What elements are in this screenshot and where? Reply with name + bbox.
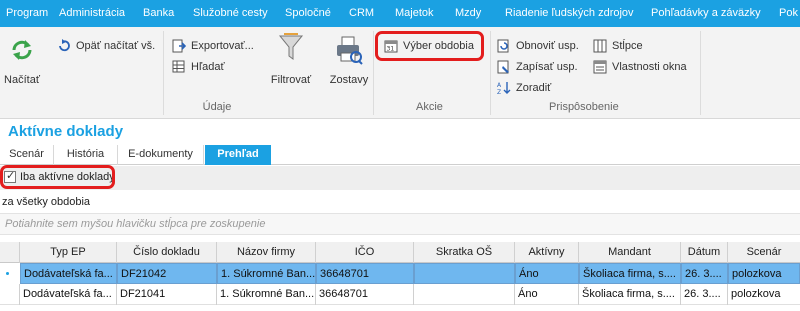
menu-item-majetok[interactable]: Majetok (395, 7, 434, 19)
page-title: Aktívne doklady (8, 123, 124, 140)
header-skratka-os[interactable]: Skratka OŠ (414, 242, 515, 263)
menu-item-more[interactable]: Pok (779, 7, 798, 19)
ribbon-toolbar: Načítať Opäť načítať vš. Exportovať... H… (0, 27, 800, 119)
cell-nazov-firmy[interactable]: 1. Súkromné Ban... (217, 263, 316, 284)
filter-icon (278, 33, 304, 63)
menu-item-crm[interactable]: CRM (349, 7, 374, 19)
row-indicator (0, 263, 20, 284)
menu-item-riadenie-ludskych-zdrojov[interactable]: Riadenie ľudských zdrojov (505, 7, 634, 19)
sort-az-icon: AZ (497, 81, 511, 96)
cell-mandant[interactable]: Školiaca firma, s.... (579, 284, 681, 305)
grid-header: Typ EP Číslo dokladu Názov firmy IČO Skr… (0, 242, 800, 263)
cell-typ-ep[interactable]: Dodávateľská fa... (20, 284, 117, 305)
window-props-button[interactable]: Vlastnosti okna (593, 59, 687, 75)
restore-layout-label: Obnoviť usp. (516, 40, 579, 52)
restore-layout-button[interactable]: Obnoviť usp. (497, 38, 579, 54)
header-mandant[interactable]: Mandant (579, 242, 681, 263)
search-label: Hľadať (191, 61, 225, 73)
export-icon (172, 39, 187, 53)
header-typ-ep[interactable]: Typ EP (20, 242, 117, 263)
svg-text:A: A (497, 82, 502, 89)
svg-text:Z: Z (497, 89, 501, 95)
window-props-icon (593, 60, 607, 74)
reports-button[interactable]: Zostavy (328, 33, 370, 93)
reports-label: Zostavy (329, 74, 369, 86)
refresh-button[interactable]: Načítať (2, 33, 42, 93)
group-by-area[interactable]: Potiahnite sem myšou hlavičku stĺpca pre… (0, 213, 800, 235)
cell-cislo-dokladu[interactable]: DF21041 (117, 284, 217, 305)
cell-nazov-firmy[interactable]: 1. Súkromné Ban... (217, 284, 316, 305)
cell-skratka-os[interactable] (414, 263, 515, 284)
cell-datum[interactable]: 26. 3.... (681, 284, 728, 305)
window-props-label: Vlastnosti okna (612, 61, 687, 73)
cell-datum[interactable]: 26. 3.... (681, 263, 728, 284)
printer-icon (335, 35, 363, 65)
save-layout-icon (497, 60, 511, 74)
cell-mandant[interactable]: Školiaca firma, s.... (579, 263, 681, 284)
menu-item-spolocne[interactable]: Spoločné (285, 7, 331, 19)
group-label-data: Údaje (202, 101, 232, 113)
menu-item-mzdy[interactable]: Mzdy (455, 7, 481, 19)
filter-button[interactable]: Filtrovať (268, 31, 314, 93)
cell-skratka-os[interactable] (414, 284, 515, 305)
menu-item-pohladavky-a-zavazky[interactable]: Pohľadávky a záväzky (651, 7, 761, 19)
menu-item-administracia[interactable]: Administrácia (59, 7, 125, 19)
group-by-hint: Potiahnite sem myšou hlavičku stĺpca pre… (5, 218, 266, 230)
cell-scenar[interactable]: polozkova (728, 284, 800, 305)
filter-strip (0, 166, 800, 190)
menu-item-banka[interactable]: Banka (143, 7, 174, 19)
row-indicator (0, 284, 20, 305)
table-row[interactable]: Dodávateľská fa... DF21042 1. Súkromné B… (0, 263, 800, 284)
export-label: Exportovať... (191, 40, 254, 52)
cell-cislo-dokladu[interactable]: DF21042 (117, 263, 217, 284)
highlight-active-only (0, 165, 115, 189)
cell-ico[interactable]: 36648701 (316, 284, 414, 305)
menu-item-program[interactable]: Program (6, 7, 48, 19)
header-scenar[interactable]: Scenár (728, 242, 800, 263)
sort-button[interactable]: AZ Zoradiť (497, 80, 551, 96)
group-label-customize: Prispôsobenie (549, 101, 619, 113)
header-cislo-dokladu[interactable]: Číslo dokladu (117, 242, 217, 263)
tab-strip: Scenár História E-dokumenty Prehľad (0, 145, 800, 165)
columns-label: Stĺpce (612, 40, 643, 52)
group-label-actions: Akcie (416, 101, 443, 113)
top-menu-bar: Program Administrácia Banka Služobné ces… (0, 0, 800, 27)
menu-item-sluzobne-cesty[interactable]: Služobné cesty (193, 7, 268, 19)
cell-ico[interactable]: 36648701 (316, 263, 414, 284)
table-row[interactable]: Dodávateľská fa... DF21041 1. Súkromné B… (0, 284, 800, 305)
tab-scenar[interactable]: Scenár (0, 145, 54, 165)
reload-all-label: Opäť načítať vš. (76, 40, 156, 52)
cell-aktivny[interactable]: Áno (515, 263, 579, 284)
tab-historia[interactable]: História (54, 145, 118, 165)
export-button[interactable]: Exportovať... (172, 38, 254, 54)
grid-search-icon (172, 60, 186, 74)
highlight-period-select (375, 31, 484, 61)
filter-label: Filtrovať (270, 74, 312, 86)
columns-button[interactable]: Stĺpce (593, 38, 643, 54)
refresh-icon (9, 37, 35, 63)
reload-all-button[interactable]: Opäť načítať vš. (57, 38, 155, 54)
refresh-label: Načítať (4, 74, 40, 86)
columns-icon (593, 39, 607, 53)
header-datum[interactable]: Dátum (681, 242, 728, 263)
cell-scenar[interactable]: polozkova (728, 263, 800, 284)
save-layout-button[interactable]: Zapísať usp. (497, 59, 578, 75)
header-nazov-firmy[interactable]: Názov firmy (217, 242, 316, 263)
header-aktivny[interactable]: Aktívny (515, 242, 579, 263)
header-ico[interactable]: IČO (316, 242, 414, 263)
tab-e-dokumenty[interactable]: E-dokumenty (118, 145, 204, 165)
search-button[interactable]: Hľadať (172, 59, 225, 75)
period-text: za všetky obdobia (2, 196, 91, 208)
reload-icon (57, 39, 71, 53)
sort-label: Zoradiť (516, 82, 552, 94)
cell-aktivny[interactable]: Áno (515, 284, 579, 305)
cell-typ-ep[interactable]: Dodávateľská fa... (20, 263, 117, 284)
tab-prehlad[interactable]: Prehľad (205, 145, 271, 165)
header-indicator (0, 242, 20, 263)
save-layout-label: Zapísať usp. (516, 61, 578, 73)
restore-icon (497, 39, 511, 53)
